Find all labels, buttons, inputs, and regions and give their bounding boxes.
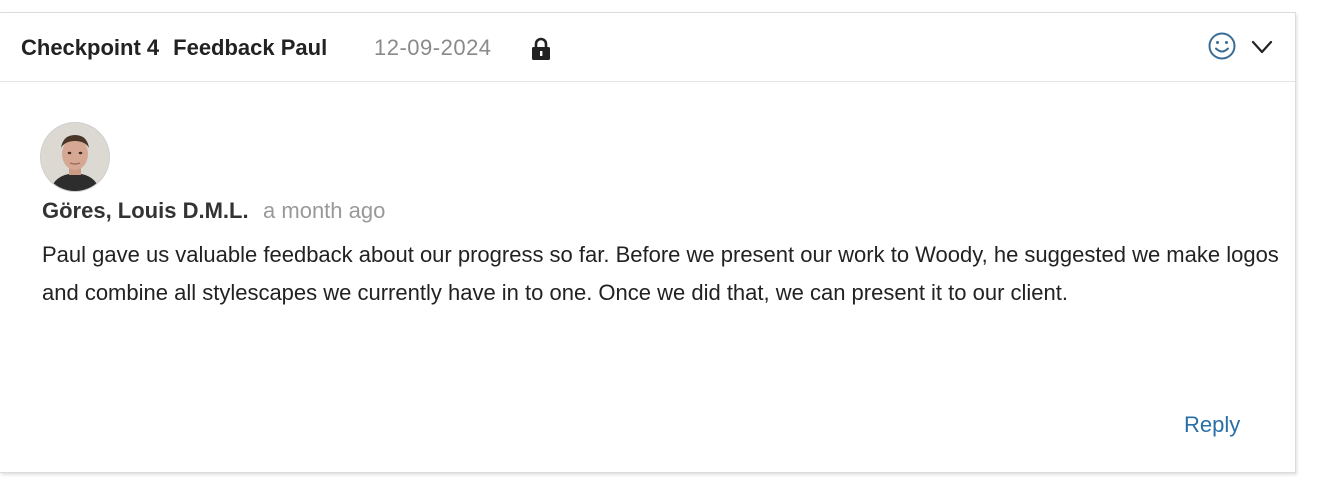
lock-icon [532,37,550,60]
author-name[interactable]: Göres, Louis D.M.L. [42,198,249,223]
chevron-down-icon[interactable] [1248,35,1276,59]
avatar-image [41,123,109,191]
comment-body: Göres, Louis D.M.L. a month ago Paul gav… [0,82,1295,372]
checkpoint-label: Checkpoint 4 [21,35,160,60]
avatar[interactable] [41,123,109,191]
comment-card: Checkpoint 4 Feedback Paul 12-09-2024 Gö… [0,12,1296,473]
smiley-icon[interactable] [1206,30,1238,62]
card-header[interactable]: Checkpoint 4 Feedback Paul 12-09-2024 [0,13,1295,82]
comment-message: Paul gave us valuable feedback about our… [42,242,1279,305]
card-title: Checkpoint 4 Feedback Paul [21,35,327,61]
reply-button[interactable]: Reply [1184,412,1240,438]
author-row: Göres, Louis D.M.L. a month ago [42,198,385,224]
card-date: 12-09-2024 [374,35,492,60]
comment-timestamp: a month ago [263,198,386,223]
feedback-title: Feedback Paul [173,35,328,60]
